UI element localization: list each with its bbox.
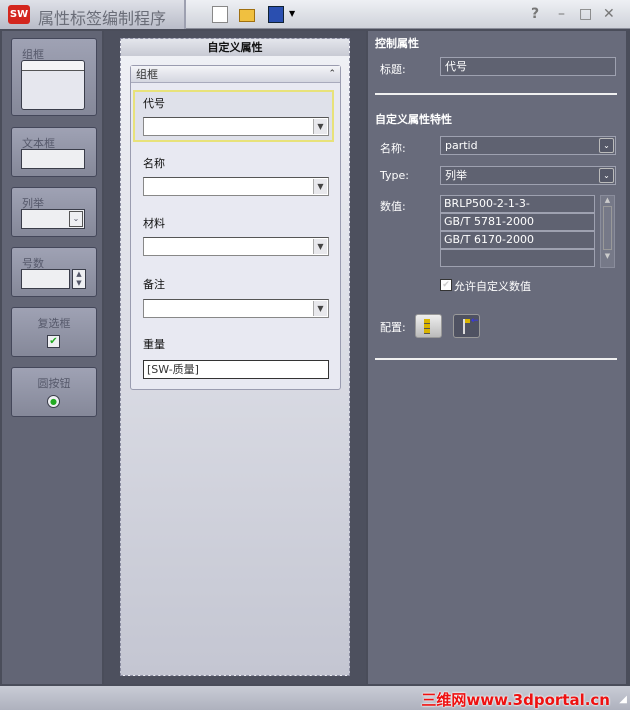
type-label: Type:	[380, 169, 409, 182]
values-scrollbar[interactable]: ▲ ▼	[600, 195, 615, 268]
open-folder-icon[interactable]	[239, 9, 255, 22]
value-list-item[interactable]: GB/T 5781-2000	[440, 213, 595, 231]
groupbox-label: 组框	[136, 68, 158, 81]
field-label: 材料	[143, 217, 165, 230]
name-label: 名称:	[380, 142, 406, 155]
spinner-icon: ▲ ▼	[72, 269, 86, 289]
textbox-preview-icon	[21, 149, 85, 169]
app-title-area: SW 属性标签编制程序	[0, 0, 186, 29]
allow-custom-label: 允许自定义数值	[454, 280, 531, 293]
groupbox-header[interactable]: 组框 ⌃	[131, 66, 340, 83]
tree-icon	[424, 319, 430, 334]
divider	[375, 358, 617, 360]
solidworks-logo-icon: SW	[8, 5, 30, 24]
field-label: 重量	[143, 338, 165, 351]
value-list-item[interactable]: BRLP500-2-1-3-	[440, 195, 595, 213]
numberbox-preview-icon	[21, 269, 70, 289]
values-label: 数值:	[380, 200, 406, 213]
toolbox-radiobutton[interactable]: 圆按钮 ●	[11, 367, 97, 417]
title-label: 标题:	[380, 63, 406, 76]
type-select[interactable]: 列举 ⌄	[440, 166, 616, 185]
form-title: 自定义属性	[121, 39, 349, 56]
value-list-item[interactable]: GB/T 6170-2000	[440, 231, 595, 249]
chevron-down-icon: ⌄	[599, 138, 614, 153]
type-value: 列举	[445, 169, 467, 182]
toolbox-label: 复选框	[37, 317, 71, 330]
title-input[interactable]: 代号	[440, 57, 616, 76]
toolbox-textbox[interactable]: 文本框	[11, 127, 97, 177]
app-title: 属性标签编制程序	[38, 9, 167, 28]
resize-grip-icon[interactable]: ◢	[619, 694, 627, 705]
config-label: 配置:	[380, 321, 406, 334]
properties-panel: 控制属性 标题: 代号 自定义属性特性 名称: partid ⌄ Type: 列举…	[368, 31, 626, 684]
divider	[375, 93, 617, 95]
scroll-up-icon[interactable]: ▲	[601, 196, 614, 204]
minimize-button[interactable]: –	[558, 6, 565, 22]
chevron-down-icon: ▼	[313, 301, 327, 316]
custom-properties-heading: 自定义属性特性	[375, 113, 452, 126]
field-label: 代号	[143, 97, 165, 110]
chevron-down-icon: ⌄	[599, 168, 614, 183]
watermark: 三维网www.3dportal.cn	[421, 691, 610, 709]
form-groupbox[interactable]: 组框 ⌃ 代号 ▼ 名称 ▼ 材料 ▼ 备注 ▼ 重量 [SW-质量]	[130, 65, 341, 390]
toolbox-label: 圆按钮	[37, 377, 71, 390]
field-label: 名称	[143, 157, 165, 170]
help-button[interactable]: ?	[531, 6, 539, 22]
toolbox-panel: 组框 文本框 列举 ⌄ 号数 ▲ ▼ 复选框 ✔ 圆按钮 ●	[2, 31, 102, 684]
field-combo-名称[interactable]: ▼	[143, 177, 329, 196]
name-select[interactable]: partid ⌄	[440, 136, 616, 155]
property-form[interactable]: 自定义属性 组框 ⌃ 代号 ▼ 名称 ▼ 材料 ▼ 备注 ▼ 重量 [SW-质量…	[120, 38, 350, 676]
config-flag-button[interactable]: ←	[453, 314, 480, 338]
toolbox-combobox[interactable]: 列举 ⌄	[11, 187, 97, 237]
chevron-down-icon: ▼	[313, 119, 327, 134]
groupbox-preview-icon	[21, 60, 85, 110]
name-value: partid	[445, 139, 478, 152]
weight-textbox[interactable]: [SW-质量]	[143, 360, 329, 379]
save-dropdown-icon[interactable]: ▼	[289, 9, 295, 18]
toolbox-checkbox[interactable]: 复选框 ✔	[11, 307, 97, 357]
field-label: 备注	[143, 278, 165, 291]
control-properties-heading: 控制属性	[375, 37, 419, 50]
collapse-icon[interactable]: ⌃	[328, 66, 336, 83]
field-combo-代号[interactable]: ▼	[143, 117, 329, 136]
toolbox-numberbox[interactable]: 号数 ▲ ▼	[11, 247, 97, 297]
allow-custom-checkbox[interactable]: ✔	[440, 279, 452, 291]
chevron-down-icon: ▼	[313, 179, 327, 194]
field-combo-备注[interactable]: ▼	[143, 299, 329, 318]
scroll-down-icon[interactable]: ▼	[601, 252, 614, 260]
close-button[interactable]: ✕	[603, 6, 615, 22]
value-list-item[interactable]	[440, 249, 595, 267]
save-icon[interactable]	[268, 6, 284, 23]
maximize-button[interactable]: □	[579, 6, 592, 22]
chevron-down-icon: ▼	[313, 239, 327, 254]
radio-preview-icon: ●	[47, 395, 60, 408]
checkbox-preview-icon: ✔	[47, 335, 60, 348]
combobox-preview-icon: ⌄	[21, 209, 85, 229]
scroll-track[interactable]	[603, 206, 612, 250]
toolbox-groupbox[interactable]: 组框	[11, 38, 97, 116]
field-combo-材料[interactable]: ▼	[143, 237, 329, 256]
status-bar: 三维网www.3dportal.cn ◢	[0, 686, 630, 710]
config-tree-button[interactable]	[415, 314, 442, 338]
new-document-icon[interactable]	[212, 6, 228, 23]
title-bar: SW 属性标签编制程序 ▼ ? – □ ✕	[0, 0, 630, 29]
